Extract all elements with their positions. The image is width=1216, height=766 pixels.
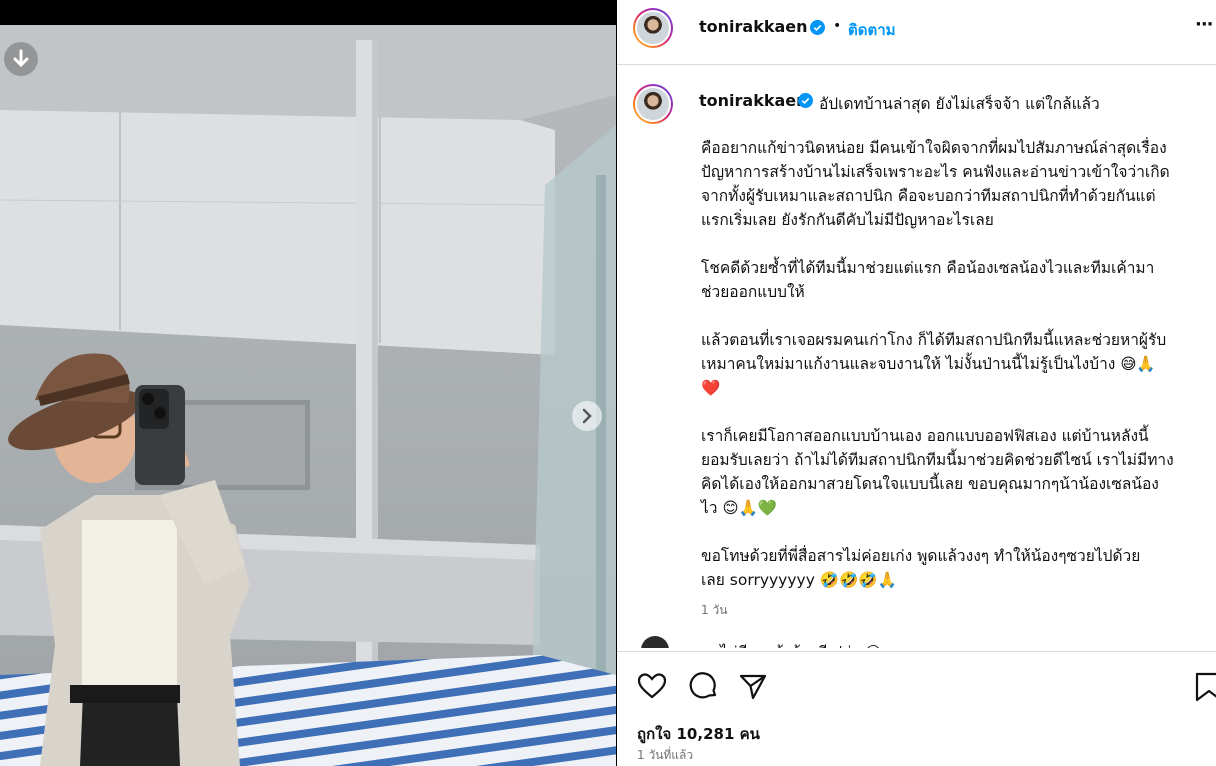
post-details-panel: tonirakkaen • ติดตาม ··· tonirakkaen อัป… <box>617 0 1216 766</box>
caption-paragraph: เราก็เคยมีโอกาสออกแบบบ้านเอง ออกแบบออฟฟิ… <box>701 427 1174 517</box>
media-topbar <box>0 0 616 25</box>
save-icon[interactable] <box>1195 670 1216 702</box>
caption-avatar[interactable] <box>633 84 673 124</box>
caption-body: คืออยากแก้ข่าวนิดหน่อย มีคนเข้าใจผิดจากท… <box>701 136 1201 622</box>
comment-avatar[interactable] <box>641 636 669 648</box>
carousel-next-icon[interactable] <box>572 401 602 431</box>
likes-count[interactable]: ถูกใจ 10,281 คน <box>637 722 760 746</box>
comment-text: ... ไม่มีรถหล้อร้าวมีเปล่า 😂 <box>701 640 882 648</box>
caption-timestamp: 1 วัน <box>701 603 728 617</box>
download-icon[interactable] <box>4 42 38 76</box>
verified-badge-icon <box>798 93 813 108</box>
bathroom-selfie-illustration <box>0 25 616 766</box>
comment-icon[interactable] <box>688 670 720 702</box>
header-username[interactable]: tonirakkaen <box>699 17 808 36</box>
heart-icon[interactable] <box>636 670 668 702</box>
header-separator: • <box>833 18 842 34</box>
posted-time[interactable]: 1 วันที่แล้ว <box>637 746 693 765</box>
comment-preview: ... ไม่มีรถหล้อร้าวมีเปล่า 😂 <box>617 636 1216 648</box>
header-divider <box>617 64 1216 65</box>
caption-paragraph: คืออยากแก้ข่าวนิดหน่อย มีคนเข้าใจผิดจากท… <box>701 139 1170 229</box>
actions-divider <box>617 651 1216 652</box>
caption-paragraph: ขอโทษด้วยที่พี่สื่อสารไม่ค่อยเก่ง พูดแล้… <box>701 547 1141 589</box>
caption-username[interactable]: tonirakkaen <box>699 91 808 110</box>
caption-paragraph: แล้วตอนที่เราเจอผรมคนเก่าโกง ก็ได้ทีมสถา… <box>701 331 1167 397</box>
verified-badge-icon <box>810 20 825 35</box>
follow-button[interactable]: ติดตาม <box>848 18 896 42</box>
caption-paragraph: โชคดีด้วยซ้ำที่ได้ทีมนี้มาช่วยแต่แรก คือ… <box>701 259 1155 301</box>
more-options-icon[interactable]: ··· <box>1195 14 1213 35</box>
share-icon[interactable] <box>737 670 769 702</box>
post-photo[interactable] <box>0 25 616 766</box>
header-avatar[interactable] <box>633 8 673 48</box>
caption-title: อัปเดทบ้านล่าสุด ยังไม่เสร็จจ้า แต่ใกล้แ… <box>819 95 1100 113</box>
